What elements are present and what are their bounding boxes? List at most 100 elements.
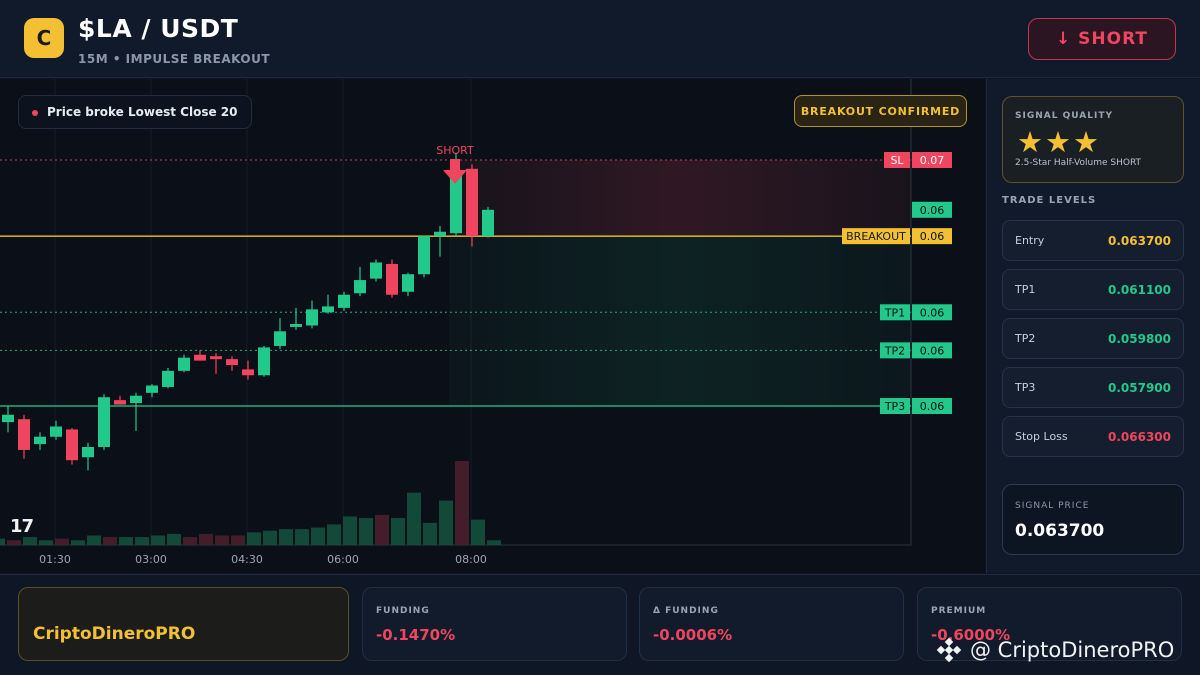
level-tag-value: 0.06 <box>920 400 945 413</box>
funding-value: -0.1470% <box>376 626 456 644</box>
candle-body <box>242 369 254 376</box>
volume-bar <box>0 538 5 545</box>
candle-body <box>322 306 334 313</box>
x-tick-label: 04:30 <box>231 553 263 566</box>
current-price-tag: 0.06 <box>920 204 945 217</box>
trade-level-value: 0.057900 <box>1107 381 1171 395</box>
trade-levels-title: TRADE LEVELS <box>1002 195 1097 206</box>
tradingview-logo[interactable]: 17 <box>10 516 34 537</box>
volume-bar <box>375 514 389 545</box>
brand-card: CriptoDineroPRO <box>18 587 349 661</box>
signal-quality-label: SIGNAL QUALITY <box>1015 111 1113 121</box>
trade-level-name: Entry <box>1015 234 1045 247</box>
trade-level-name: TP3 <box>1015 381 1036 394</box>
candle-body <box>482 209 494 237</box>
candle-body <box>162 370 174 387</box>
binance-icon <box>936 637 962 663</box>
volume-bar <box>487 540 501 545</box>
volume-bar <box>119 537 133 545</box>
trade-level-value: 0.061100 <box>1107 283 1171 297</box>
signal-quality-card: SIGNAL QUALITY ★★★ 2.5-Star Half-Volume … <box>1002 96 1184 183</box>
trade-level-name: TP2 <box>1015 332 1036 345</box>
app-logo: C <box>24 18 64 58</box>
level-tag-value: 0.06 <box>920 306 945 319</box>
candle-body <box>306 309 318 326</box>
breakout-confirmed-badge: BREAKOUT CONFIRMED <box>794 95 967 127</box>
level-tag-value: 0.07 <box>920 154 945 167</box>
header: C $LA / USDT 15M • IMPULSE BREAKOUT ↓ SH… <box>0 0 1200 78</box>
watermark-text: @ CriptoDineroPRO <box>970 638 1175 662</box>
trade-level-entry: Entry 0.063700 <box>1002 220 1184 261</box>
candle-body <box>370 262 382 279</box>
candle-body <box>466 168 478 237</box>
level-tag-label: SL <box>890 154 904 167</box>
trade-level-tp1: TP1 0.061100 <box>1002 269 1184 310</box>
volume-bar <box>423 522 437 545</box>
candle-body <box>114 400 126 405</box>
x-tick-label: 01:30 <box>39 553 71 566</box>
watermark: @ CriptoDineroPRO <box>936 636 1198 664</box>
candle-body <box>434 231 446 237</box>
level-tag-label: BREAKOUT <box>846 230 906 243</box>
level-tag-value: 0.06 <box>920 230 945 243</box>
trade-level-value: 0.063700 <box>1107 234 1171 248</box>
candle-body <box>194 354 206 361</box>
trade-level-stop-loss: Stop Loss 0.066300 <box>1002 416 1184 457</box>
x-tick-label: 08:00 <box>455 553 487 566</box>
volume-bar <box>7 540 21 545</box>
stop-loss-zone <box>449 160 911 237</box>
volume-bar <box>295 529 309 545</box>
candle-body <box>146 385 158 393</box>
premium-label: PREMIUM <box>931 606 987 616</box>
trade-level-value: 0.059800 <box>1107 332 1171 346</box>
volume-bar <box>231 535 245 545</box>
chart-canvas: SHORT SL 0.07 BREAKOUT 0.06 TP1 0.06 TP2 0.06 TP3… <box>0 79 952 566</box>
timeframe-subtitle: 15M • IMPULSE BREAKOUT <box>78 52 271 66</box>
short-button[interactable]: ↓ SHORT <box>1028 18 1176 60</box>
breakout-info-pill: Price broke Lowest Close 20 <box>18 95 253 129</box>
candle-body <box>402 274 414 292</box>
delta-funding-value: -0.0006% <box>653 626 733 644</box>
level-tag-label: TP1 <box>884 306 905 319</box>
volume-bar <box>183 537 197 545</box>
trade-level-value: 0.066300 <box>1107 430 1171 444</box>
candle-body <box>82 447 94 458</box>
volume-bar <box>343 516 357 545</box>
candle-body <box>50 426 62 437</box>
volume-bar <box>311 527 325 545</box>
trade-level-tp2: TP2 0.059800 <box>1002 318 1184 359</box>
candle-body <box>338 294 350 308</box>
candle-body <box>418 236 430 275</box>
trade-level-tp3: TP3 0.057900 <box>1002 367 1184 408</box>
level-tag-label: TP3 <box>884 400 905 413</box>
candle-body <box>34 436 46 445</box>
volume-bar <box>135 537 149 545</box>
price-chart[interactable]: SHORT SL 0.07 BREAKOUT 0.06 TP1 0.06 TP2 0.06 TP3… <box>0 79 985 573</box>
x-tick-label: 06:00 <box>327 553 359 566</box>
volume-bar <box>279 529 293 545</box>
candle-body <box>354 280 366 294</box>
candle-body <box>210 356 222 360</box>
candle-body <box>18 419 30 450</box>
candle-body <box>130 395 142 404</box>
volume-bar <box>263 530 277 545</box>
take-profit-zone <box>449 236 911 406</box>
volume-bar <box>87 535 101 545</box>
candle-body <box>274 331 286 346</box>
volume-bar <box>327 524 341 545</box>
signal-price-card: SIGNAL PRICE 0.063700 <box>1002 484 1184 555</box>
x-tick-label: 03:00 <box>135 553 167 566</box>
volume-bar <box>151 535 165 545</box>
trade-level-name: TP1 <box>1015 283 1036 296</box>
candle-body <box>66 429 78 461</box>
volume-bar <box>55 538 69 545</box>
pair-title: $LA / USDT <box>78 14 239 43</box>
candle-body <box>2 414 14 423</box>
volume-bar <box>23 537 37 545</box>
volume-bar <box>471 519 485 545</box>
funding-card: FUNDING -0.1470% <box>362 587 627 661</box>
signal-quality-desc: 2.5-Star Half-Volume SHORT <box>1015 158 1142 168</box>
signal-price-label: SIGNAL PRICE <box>1015 501 1090 511</box>
trade-level-name: Stop Loss <box>1015 430 1068 443</box>
breakout-info-text: Price broke Lowest Close 20 <box>47 105 238 119</box>
